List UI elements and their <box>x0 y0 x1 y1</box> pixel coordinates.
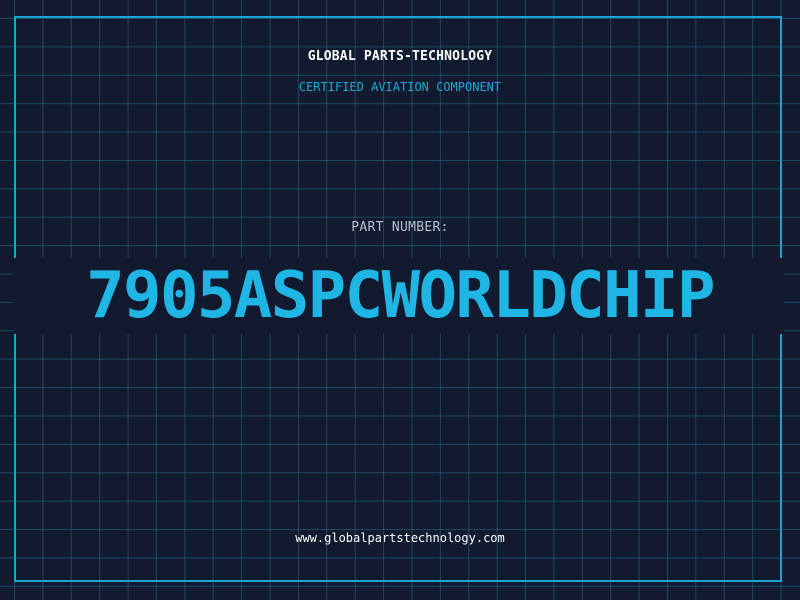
part-card: GLOBAL PARTS-TECHNOLOGY CERTIFIED AVIATI… <box>0 0 800 600</box>
certification-tagline: CERTIFIED AVIATION COMPONENT <box>298 80 502 94</box>
company-name: GLOBAL PARTS-TECHNOLOGY <box>307 49 493 64</box>
part-number-label: PART NUMBER: <box>351 220 449 235</box>
part-number-value: 7905ASPCWORLDCHIP <box>86 259 715 333</box>
website-url: www.globalpartstechnology.com <box>295 531 505 545</box>
